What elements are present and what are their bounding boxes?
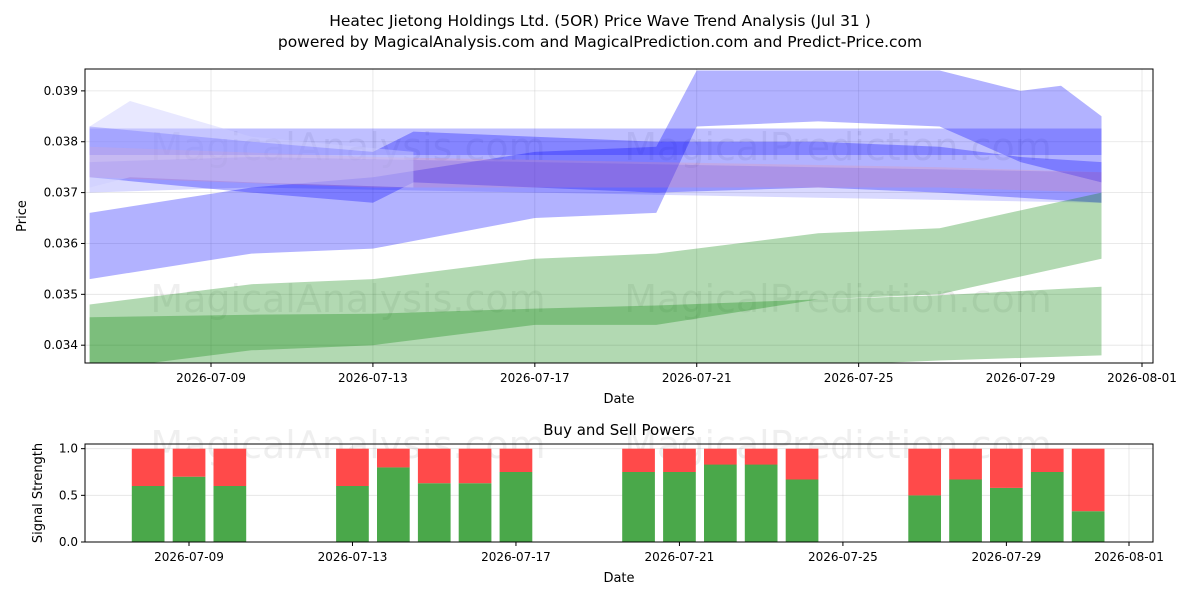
chart-subtitle: powered by MagicalAnalysis.com and Magic… — [278, 33, 922, 51]
y-tick-label: 0.039 — [44, 84, 78, 98]
x-tick-label: 2026-07-09 — [176, 371, 246, 385]
buy-power-bar — [417, 483, 451, 542]
sell-power-bar — [172, 448, 206, 477]
chart-svg: Heatec Jietong Holdings Ltd. (5OR) Price… — [15, 12, 1177, 586]
buy-power-bar — [131, 486, 165, 542]
x-tick-label: 2026-07-17 — [500, 371, 570, 385]
y-tick-label: 0.034 — [44, 338, 78, 352]
price-wave-plot: MagicalAnalysis.com MagicalPrediction.com… — [15, 68, 1177, 407]
x-axis-label: Date — [603, 392, 634, 407]
buy-power-bar — [336, 486, 369, 542]
buy-power-bar — [1030, 472, 1064, 542]
buy-power-bar — [908, 495, 941, 542]
chart-figure: Heatec Jietong Holdings Ltd. (5OR) Price… — [0, 0, 1200, 600]
y-tick-label: 0.0 — [59, 535, 78, 549]
sell-power-bar — [908, 448, 941, 496]
buy-power-bar — [1071, 511, 1105, 542]
wave-bands — [89, 70, 1102, 363]
sell-power-bar — [704, 448, 737, 465]
sell-power-bar — [744, 448, 778, 465]
y-tick-label: 0.5 — [59, 488, 78, 502]
y-tick-label: 0.037 — [44, 186, 78, 200]
sell-power-bar — [990, 448, 1023, 488]
x-tick-label: 2026-07-29 — [972, 550, 1042, 564]
sell-power-bar — [213, 448, 247, 486]
sell-power-bar — [949, 448, 982, 480]
sell-power-bar — [499, 448, 533, 472]
x-tick-label: 2026-08-01 — [1107, 371, 1177, 385]
buy-power-bar — [990, 487, 1023, 542]
y-tick-label: 0.038 — [44, 135, 78, 149]
x-tick-label: 2026-07-21 — [662, 371, 732, 385]
x-tick-label: 2026-07-25 — [808, 550, 878, 564]
buy-power-bar — [785, 479, 819, 542]
sell-power-bar — [663, 448, 696, 472]
y-axis-label: Price — [15, 200, 30, 232]
x-axis-label: Date — [603, 571, 634, 586]
x-tick-label: 2026-07-17 — [481, 550, 551, 564]
buy-power-bar — [949, 479, 982, 542]
sell-power-bar — [785, 448, 819, 480]
sell-power-bar — [458, 448, 492, 484]
x-tick-label: 2026-07-13 — [318, 550, 388, 564]
buy-power-bar — [663, 472, 696, 542]
chart-title: Heatec Jietong Holdings Ltd. (5OR) Price… — [329, 12, 871, 30]
y-tick-label: 0.035 — [44, 287, 78, 301]
buy-power-bar — [704, 464, 737, 542]
buy-power-bar — [172, 476, 206, 542]
sell-power-bar — [131, 448, 165, 486]
sell-power-bar — [622, 448, 655, 472]
buy-power-bar — [377, 467, 410, 542]
sell-power-bar — [377, 448, 410, 468]
x-tick-label: 2026-08-01 — [1094, 550, 1164, 564]
buy-power-bar — [499, 472, 533, 542]
buy-power-bar — [213, 486, 247, 542]
buy-power-bar — [744, 464, 778, 542]
buy-sell-plot: MagicalAnalysis.com MagicalPrediction.com… — [31, 421, 1164, 586]
x-tick-label: 2026-07-29 — [986, 371, 1056, 385]
buy-power-bar — [622, 472, 655, 542]
y-tick-label: 1.0 — [59, 442, 78, 456]
y-tick-label: 0.036 — [44, 236, 78, 250]
x-tick-label: 2026-07-21 — [645, 550, 715, 564]
y-axis-label: Signal Strength — [31, 443, 46, 543]
sell-power-bar — [417, 448, 451, 484]
sell-power-bar — [1030, 448, 1064, 472]
x-tick-label: 2026-07-25 — [824, 371, 894, 385]
x-tick-label: 2026-07-09 — [154, 550, 224, 564]
sell-power-bar — [1071, 448, 1105, 512]
sell-power-bar — [336, 448, 369, 486]
buy-power-bar — [458, 483, 492, 542]
x-tick-label: 2026-07-13 — [338, 371, 408, 385]
subplot-title: Buy and Sell Powers — [543, 421, 695, 439]
